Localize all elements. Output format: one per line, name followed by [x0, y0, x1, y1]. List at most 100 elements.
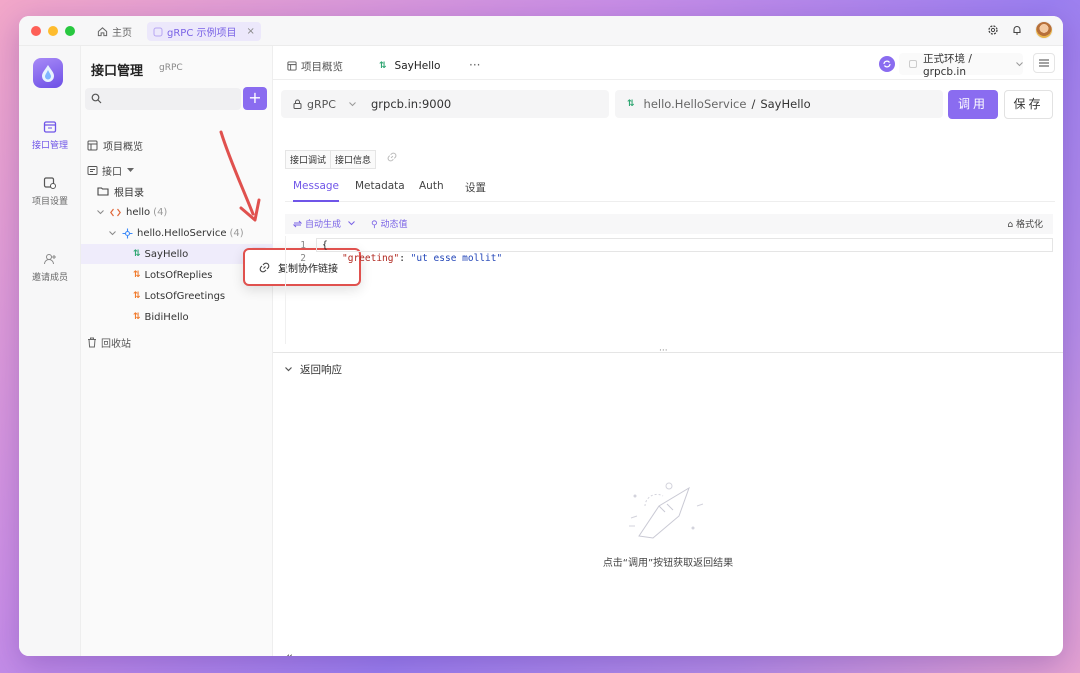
tab-settings[interactable]: 设置 — [465, 180, 486, 203]
stream-method-icon: ⇅ — [133, 291, 141, 301]
protocol-select[interactable]: gRPC — [281, 98, 371, 111]
api-management-icon — [43, 120, 57, 134]
nav-item-invite-members[interactable]: 邀请成员 — [19, 252, 81, 283]
json-editor[interactable]: 1 { 2 "greeting": "ut esse mollit" — [285, 236, 1053, 344]
method-path: SayHello — [760, 97, 811, 111]
service-method-field[interactable]: ⇅ hello.HelloService / SayHello — [615, 90, 943, 118]
service-icon — [122, 228, 133, 239]
close-tab-icon[interactable]: × — [247, 26, 255, 37]
format-button[interactable]: ⌂ 格式化 — [1007, 217, 1043, 230]
lock-icon — [293, 99, 302, 109]
current-line-highlight — [316, 238, 1053, 252]
maximize-window-button[interactable] — [65, 26, 75, 36]
json-colon: : — [399, 253, 411, 264]
tab-home[interactable]: 主页 — [91, 22, 138, 41]
nav-item-invite-members-label: 邀请成员 — [31, 273, 68, 283]
avatar[interactable] — [1035, 21, 1053, 39]
hamburger-icon — [1039, 59, 1049, 67]
search-input[interactable] — [85, 88, 241, 110]
caret-down-icon — [127, 167, 134, 173]
format-label: 格式化 — [1015, 220, 1043, 230]
response-title: 返回响应 — [300, 364, 342, 376]
api-icon — [87, 165, 98, 176]
project-icon — [153, 27, 163, 37]
nav-item-project-settings[interactable]: 项目设置 — [19, 176, 81, 207]
nav-item-api-management-label: 接口管理 — [31, 141, 68, 151]
more-tabs-button[interactable]: ··· — [469, 58, 480, 72]
nav-item-api-management[interactable]: 接口管理 — [19, 120, 81, 151]
auto-generate-button[interactable]: 自动生成 — [293, 217, 355, 230]
link-icon — [259, 262, 270, 273]
tab-sayhello[interactable]: ⇅ SayHello — [369, 54, 459, 78]
panel-resizer[interactable] — [273, 352, 1063, 353]
json-key: "greeting" — [342, 253, 400, 264]
sidebar-item-trash-label: 回收站 — [101, 338, 131, 350]
close-window-button[interactable] — [31, 26, 41, 36]
environment-select[interactable]: 正式环境 / grpcb.in — [899, 52, 1023, 78]
dynamic-value-label: 动态值 — [380, 220, 408, 230]
collapse-sidebar-button[interactable]: « — [285, 650, 293, 656]
tab-overview[interactable]: 项目概览 — [287, 54, 343, 78]
chevron-down-icon — [109, 230, 116, 236]
menu-button[interactable] — [1033, 53, 1055, 73]
watermark: @稀土掘金技术社区 — [900, 636, 1045, 655]
format-icon: ⌂ — [1007, 220, 1016, 230]
protocol-label: gRPC — [307, 97, 336, 111]
gear-icon[interactable] — [987, 24, 999, 36]
tree-item-service-count: (4) — [229, 227, 244, 239]
service-separator: / — [751, 97, 756, 111]
traffic-lights — [31, 26, 75, 36]
empty-state-text: 点击“调用”按钮获取返回结果 — [602, 558, 734, 569]
save-button[interactable]: 保存 — [1004, 90, 1053, 119]
unary-method-icon: ⇅ — [379, 61, 387, 71]
environment-label: 正式环境 / grpcb.in — [923, 52, 972, 78]
nav-item-project-settings-label: 项目设置 — [31, 197, 68, 207]
trash-icon — [87, 337, 97, 348]
sidebar-subtitle: gRPC — [159, 63, 183, 73]
host-input[interactable]: grpcb.in:9000 — [371, 97, 451, 111]
app-logo — [33, 58, 63, 88]
code-line: "greeting": "ut esse mollit" — [342, 253, 502, 264]
subtab-info[interactable]: 接口信息 — [330, 150, 377, 169]
response-header[interactable]: 返回响应 — [285, 362, 342, 377]
dynamic-value-button[interactable]: ⚲ 动态值 — [371, 217, 407, 230]
title-bar: 主页 gRPC 示例项目 × — [19, 16, 1063, 46]
call-button[interactable]: 调用 — [948, 90, 998, 119]
tab-auth[interactable]: Auth — [419, 180, 444, 200]
settings-icon — [43, 176, 57, 190]
share-link-icon[interactable] — [387, 152, 397, 162]
endpoint-field[interactable]: gRPC grpcb.in:9000 — [281, 90, 609, 118]
tree-item-lotsofgreetings[interactable]: ⇅ LotsOfGreetings — [81, 286, 273, 306]
chevron-down-icon — [349, 101, 356, 107]
bell-icon[interactable] — [1011, 24, 1023, 36]
chevron-down-icon — [348, 221, 355, 226]
drag-handle[interactable]: ··· — [659, 346, 668, 356]
tab-overview-label: 项目概览 — [301, 60, 343, 73]
add-api-button[interactable]: + — [243, 87, 267, 110]
tab-message[interactable]: Message — [293, 180, 340, 202]
folder-icon — [97, 186, 109, 196]
stream-method-icon: ⇅ — [133, 312, 141, 322]
home-icon — [97, 26, 108, 37]
tab-sayhello-label: SayHello — [394, 60, 441, 72]
rocket-illustration — [629, 482, 704, 539]
overview-icon — [87, 140, 98, 151]
tree-item-sayhello-label: SayHello — [144, 248, 189, 260]
line-number: 1 — [300, 240, 306, 251]
debug-subtabs: 接口调试 接口信息 — [285, 150, 377, 169]
subtab-debug[interactable]: 接口调试 — [285, 150, 332, 169]
line-number: 2 — [300, 253, 306, 264]
sidebar-title: 接口管理 — [91, 64, 144, 79]
code-line: { — [322, 240, 328, 251]
annotation-arrow — [219, 130, 261, 222]
tab-metadata[interactable]: Metadata — [355, 180, 405, 200]
sidebar-item-overview-label: 项目概览 — [103, 141, 143, 153]
tab-project[interactable]: gRPC 示例项目 × — [147, 22, 261, 41]
minimize-window-button[interactable] — [48, 26, 58, 36]
tree-item-hello-label: hello — [126, 206, 151, 218]
refresh-icon — [293, 220, 302, 228]
chevron-down-icon — [285, 367, 292, 372]
sidebar-item-trash[interactable]: 回收站 — [81, 332, 273, 352]
sync-icon[interactable] — [879, 56, 895, 72]
tree-item-bidihello[interactable]: ⇅ BidiHello — [81, 307, 273, 327]
